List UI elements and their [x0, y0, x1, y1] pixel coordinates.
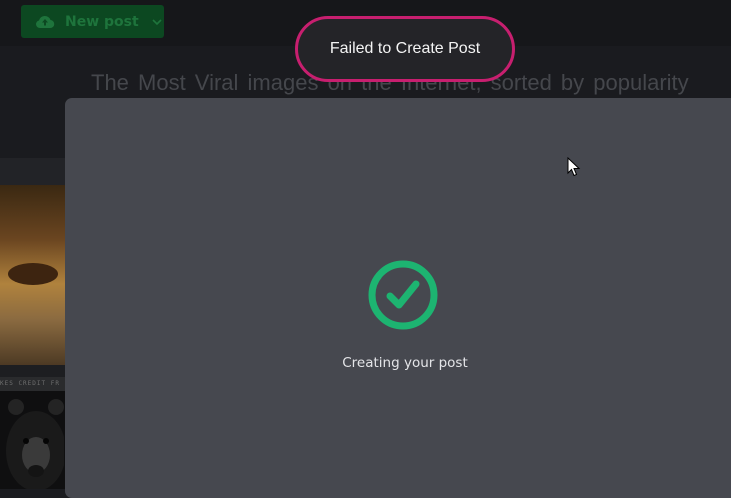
gallery-thumbnail[interactable] — [0, 391, 66, 489]
thumbnail-image-content — [8, 263, 58, 285]
new-post-button[interactable]: New post — [21, 5, 164, 38]
mouse-pointer-icon — [567, 157, 581, 177]
status-text: Creating your post — [342, 355, 468, 371]
error-toast: Failed to Create Post — [295, 16, 515, 82]
gallery-thumbnail[interactable] — [0, 185, 66, 365]
check-circle-icon — [368, 260, 438, 330]
toast-message: Failed to Create Post — [329, 40, 481, 57]
chevron-down-icon[interactable] — [152, 18, 162, 26]
thumbnail-divider — [0, 365, 66, 377]
bear-image — [6, 399, 64, 489]
cloud-upload-icon — [36, 15, 55, 28]
new-post-label: New post — [65, 13, 139, 30]
thumbnail-credit-text: KES CREDIT FR — [0, 377, 66, 391]
